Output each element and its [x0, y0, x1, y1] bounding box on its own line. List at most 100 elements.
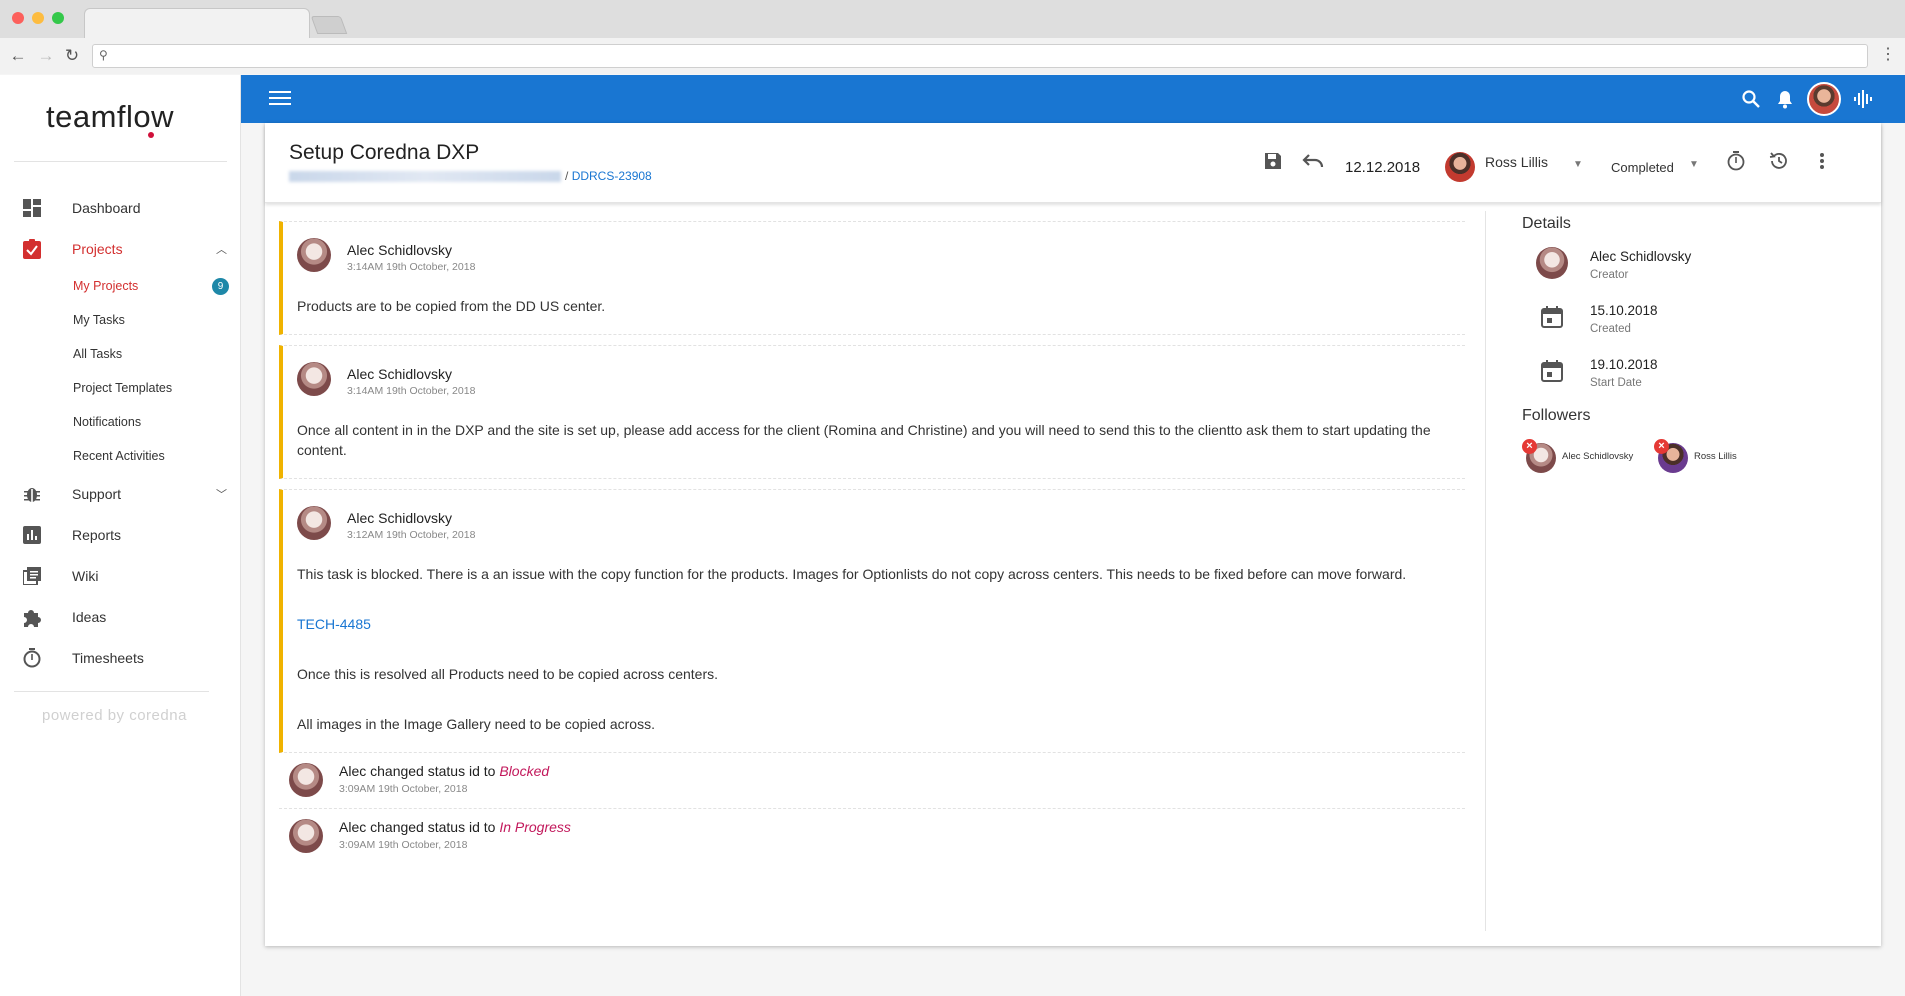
task-code-link[interactable]: DDRCS-23908	[572, 169, 652, 183]
sidebar-item-label: Dashboard	[72, 199, 141, 216]
comment-author: Alec Schidlovsky	[347, 242, 453, 258]
sidebar: teamflow Dashboard Projects ︿ My Project…	[0, 75, 241, 996]
sidebar-item-label: Reports	[72, 526, 122, 543]
library-icon	[22, 566, 42, 586]
maximize-window-button[interactable]	[52, 12, 64, 24]
back-arrow-icon[interactable]: ←	[8, 46, 28, 66]
sidebar-item-label: Ideas	[72, 608, 107, 625]
comment-body: Products are to be copied from the DD US…	[297, 296, 1449, 316]
task-card: Setup Coredna DXP / DDRCS-23908 12.12.20…	[265, 123, 1881, 946]
comment-time: 3:14AM 19th October, 2018	[347, 385, 476, 397]
voice-wave-icon[interactable]	[1851, 87, 1875, 111]
browser-menu-icon[interactable]: ⋮	[1880, 44, 1896, 64]
comment-paragraph: All images in the Image Gallery need to …	[297, 716, 655, 732]
comment-paragraph: Once this is resolved all Products need …	[297, 666, 718, 682]
sidebar-sub-label: Notifications	[73, 415, 142, 429]
calendar-icon	[1540, 359, 1566, 385]
browser-nav-row: ← → ↻ ⚲ ⋮	[0, 38, 1905, 74]
remove-follower-icon[interactable]: ×	[1522, 439, 1537, 454]
log-status: Blocked	[499, 763, 550, 779]
ticket-link[interactable]: TECH-4485	[297, 616, 371, 632]
sidebar-sub-notifications[interactable]: Notifications	[0, 405, 241, 439]
comment-paragraph: Once all content in in the DXP and the s…	[297, 422, 1431, 458]
comment-body: Once all content in in the DXP and the s…	[297, 420, 1449, 460]
remove-follower-icon[interactable]: ×	[1654, 439, 1669, 454]
follower-name: Ross Lillis	[1694, 451, 1737, 462]
status-select[interactable]: Completed	[1611, 160, 1674, 175]
sidebar-item-ideas[interactable]: Ideas	[0, 596, 241, 637]
log-text: Alec changed status id to In Progress	[339, 819, 571, 835]
sidebar-sub-my-tasks[interactable]: My Tasks	[0, 303, 241, 337]
detail-start-date: 19.10.2018 Start Date	[1522, 351, 1862, 405]
sidebar-sub-project-templates[interactable]: Project Templates	[0, 371, 241, 405]
detail-label: Start Date	[1590, 377, 1642, 389]
stopwatch-icon[interactable]	[1724, 149, 1748, 173]
avatar	[289, 819, 323, 853]
hamburger-menu-icon[interactable]	[269, 91, 291, 107]
user-avatar[interactable]	[1807, 82, 1841, 116]
page-title: Setup Coredna DXP	[289, 141, 480, 164]
assignee-dropdown-icon[interactable]: ▼	[1573, 159, 1583, 170]
activity-feed: Alec Schidlovsky 3:14AM 19th October, 20…	[279, 221, 1465, 865]
avatar	[297, 362, 331, 396]
divider	[1485, 211, 1486, 931]
sidebar-menu: Dashboard Projects ︿ My Projects 9 My Ta…	[0, 187, 241, 678]
teamflow-logo[interactable]: teamflow	[46, 99, 174, 135]
sidebar-sub-label: My Tasks	[73, 313, 125, 327]
sidebar-item-support[interactable]: Support ﹀	[0, 473, 241, 514]
sidebar-item-wiki[interactable]: Wiki	[0, 555, 241, 596]
status-log-item: Alec changed status id to Blocked 3:09AM…	[279, 753, 1465, 809]
avatar	[289, 763, 323, 797]
browser-chrome: ← → ↻ ⚲ ⋮	[0, 0, 1905, 74]
sidebar-item-projects[interactable]: Projects ︿	[0, 228, 241, 269]
chevron-up-icon[interactable]: ︿	[216, 241, 227, 257]
more-vert-icon[interactable]	[1810, 149, 1834, 173]
minimize-window-button[interactable]	[32, 12, 44, 24]
history-icon[interactable]	[1767, 149, 1791, 173]
undo-icon[interactable]	[1301, 149, 1325, 173]
log-time: 3:09AM 19th October, 2018	[339, 783, 468, 795]
window-controls	[12, 12, 64, 24]
sidebar-item-label: Support	[72, 485, 122, 502]
powered-by-label[interactable]: powered by coredna	[42, 707, 187, 724]
avatar	[297, 506, 331, 540]
forward-arrow-icon[interactable]: →	[36, 46, 56, 66]
save-icon[interactable]	[1261, 149, 1285, 173]
browser-tab-active[interactable]	[84, 8, 310, 38]
comment-paragraph: This task is blocked. There is a an issu…	[297, 566, 1407, 582]
status-dropdown-icon[interactable]: ▼	[1689, 159, 1699, 170]
address-bar[interactable]: ⚲	[92, 44, 1868, 68]
sidebar-sub-all-tasks[interactable]: All Tasks	[0, 337, 241, 371]
log-prefix: Alec changed status id to	[339, 763, 500, 779]
detail-label: Created	[1590, 323, 1631, 335]
assignee-avatar	[1445, 152, 1475, 182]
sidebar-sub-label: Project Templates	[73, 381, 173, 395]
sidebar-item-dashboard[interactable]: Dashboard	[0, 187, 241, 228]
logo-dot	[148, 132, 154, 138]
browser-tab-new[interactable]	[310, 16, 348, 34]
followers-list: × Alec Schidlovsky × Ross Lillis	[1522, 439, 1862, 503]
clipboard-check-icon	[22, 238, 42, 259]
comment: Alec Schidlovsky 3:14AM 19th October, 20…	[279, 345, 1465, 479]
blurred-breadcrumb	[289, 171, 561, 183]
sidebar-sub-my-projects[interactable]: My Projects 9	[0, 269, 241, 303]
due-date[interactable]: 12.12.2018	[1345, 159, 1420, 176]
log-time: 3:09AM 19th October, 2018	[339, 839, 468, 851]
comment-author: Alec Schidlovsky	[347, 510, 453, 526]
bell-icon[interactable]	[1773, 87, 1797, 111]
close-window-button[interactable]	[12, 12, 24, 24]
task-header: Setup Coredna DXP / DDRCS-23908 12.12.20…	[265, 123, 1881, 203]
chevron-down-icon[interactable]: ﹀	[216, 486, 227, 502]
detail-creator: Alec Schidlovsky Creator	[1522, 243, 1862, 297]
sidebar-item-reports[interactable]: Reports	[0, 514, 241, 555]
divider	[14, 161, 227, 162]
reload-icon[interactable]: ↻	[62, 46, 82, 66]
search-icon[interactable]	[1739, 87, 1763, 111]
assignee-name[interactable]: Ross Lillis	[1485, 154, 1548, 170]
details-heading: Details	[1522, 215, 1571, 232]
sidebar-item-label: Projects	[72, 240, 123, 257]
detail-value: Alec Schidlovsky	[1590, 249, 1692, 264]
comment: Alec Schidlovsky 3:12AM 19th October, 20…	[279, 489, 1465, 753]
sidebar-item-timesheets[interactable]: Timesheets	[0, 637, 241, 678]
sidebar-sub-recent-activities[interactable]: Recent Activities	[0, 439, 241, 473]
